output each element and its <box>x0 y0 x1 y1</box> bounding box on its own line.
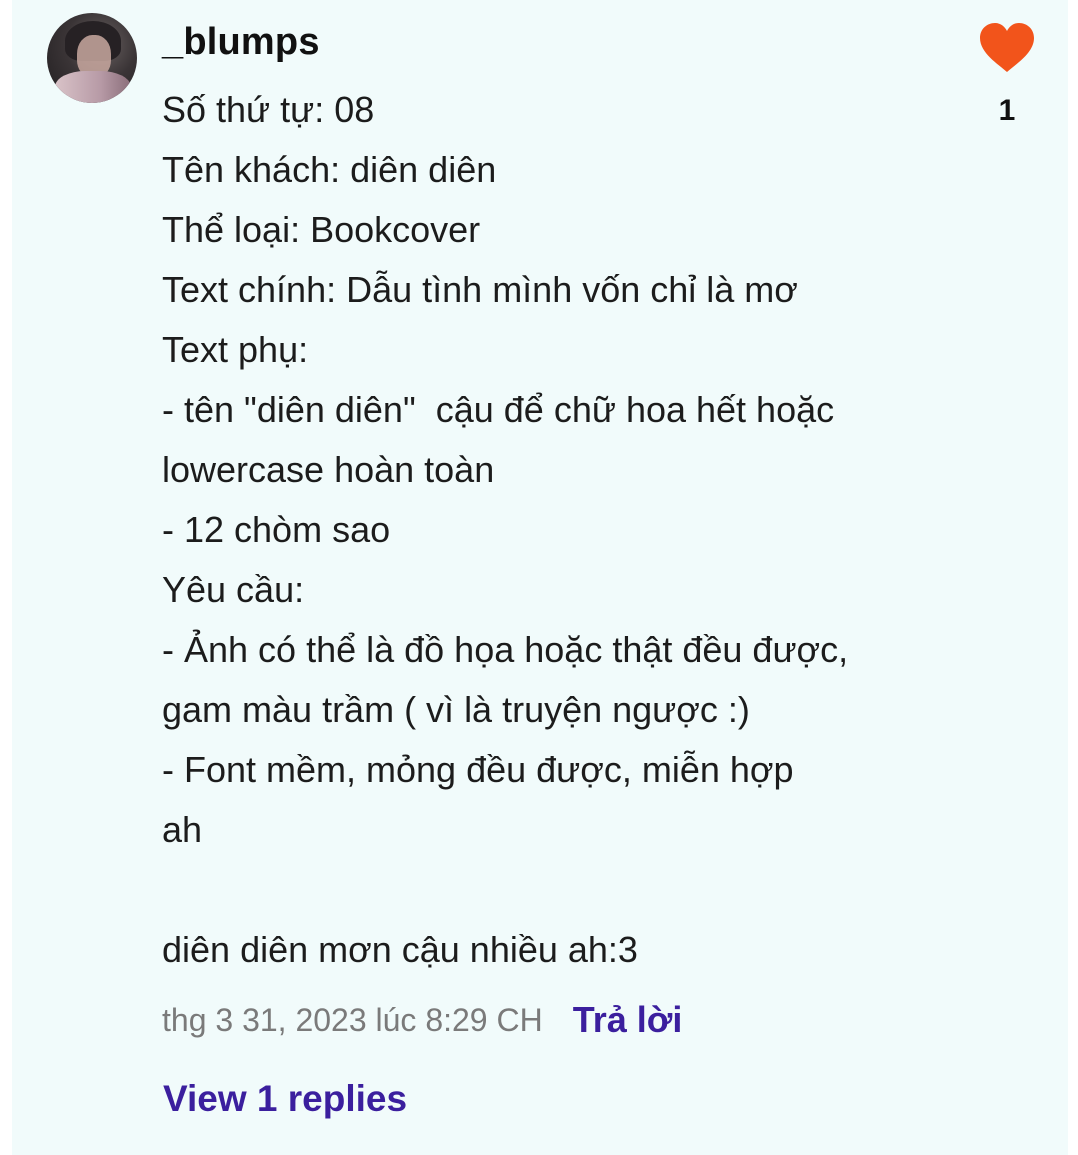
comment-line: diên diên mơn cậu nhiều ah:3 <box>162 929 638 970</box>
like-count: 1 <box>998 94 1016 127</box>
comment-line: - 12 chòm sao <box>162 509 391 550</box>
comment-line: - tên "diên diên" cậu để chữ hoa hết hoặ… <box>162 389 835 430</box>
view-replies-link[interactable]: View 1 replies <box>163 1078 407 1120</box>
reply-button[interactable]: Trả lời <box>573 999 683 1041</box>
comment-line: Tên khách: diên diên <box>162 149 497 190</box>
user-avatar[interactable] <box>47 13 137 103</box>
comment-meta: thg 3 31, 2023 lúc 8:29 CH Trả lời <box>162 995 682 1045</box>
comment-timestamp: thg 3 31, 2023 lúc 8:29 CH <box>162 1001 543 1038</box>
comment-line: Số thứ tự: 08 <box>162 89 375 130</box>
like-button[interactable]: 1 <box>978 22 1036 128</box>
username[interactable]: _blumps <box>162 18 320 66</box>
comment-line: lowercase hoàn toàn <box>162 449 495 490</box>
comment-line: Yêu cầu: <box>162 569 305 610</box>
comment-line <box>162 860 922 920</box>
heart-icon <box>980 23 1034 72</box>
comment-line: Text phụ: <box>162 329 309 370</box>
comment-line: - Font mềm, mỏng đều được, miễn hợp <box>162 749 794 790</box>
comment-line: Thể loại: Bookcover <box>162 209 481 250</box>
comment-line: - Ảnh có thể là đồ họa hoặc thật đều đượ… <box>162 629 849 670</box>
comment-line: ah <box>162 809 203 850</box>
comment-line: Text chính: Dẫu tình mình vốn chỉ là mơ <box>162 269 798 310</box>
comment-body: Số thứ tự: 08 Tên khách: diên diên Thể l… <box>162 80 922 980</box>
comment-line: gam màu trầm ( vì là truyện ngược :) <box>162 689 750 730</box>
